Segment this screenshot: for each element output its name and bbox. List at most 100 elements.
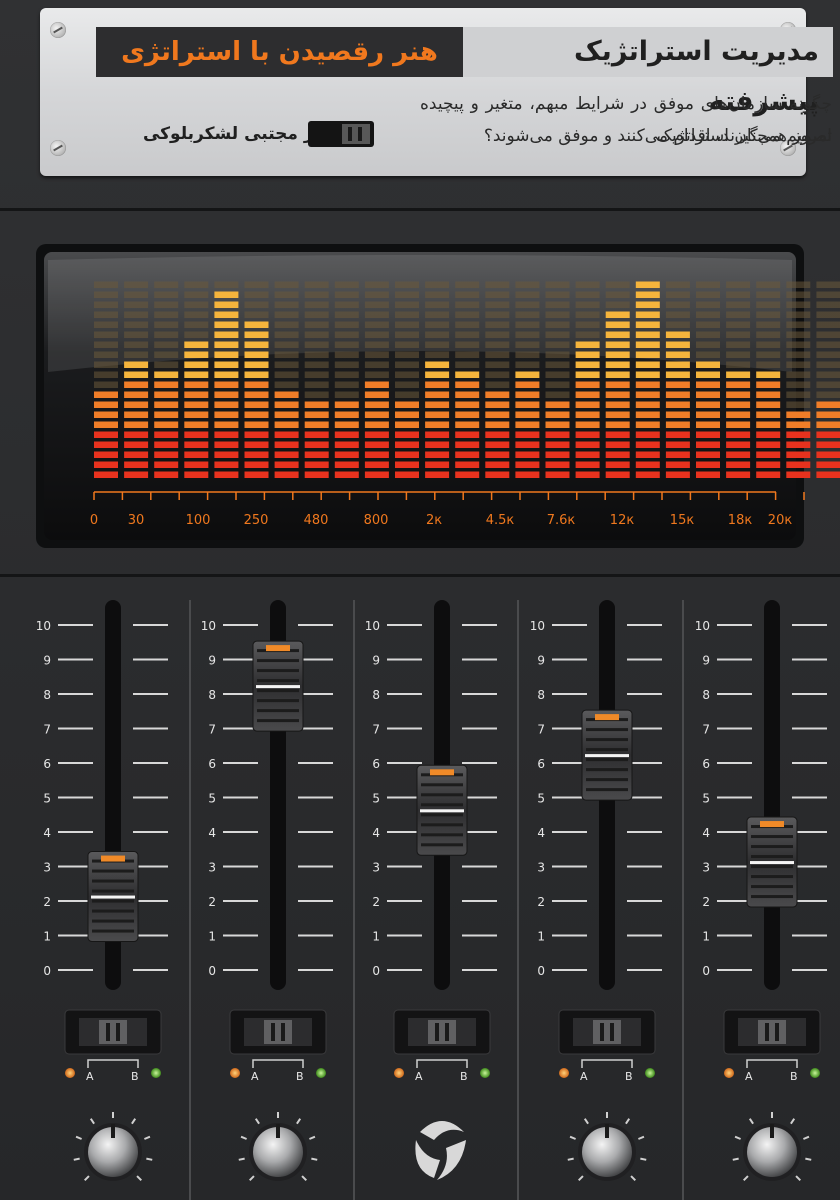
fader-slot [764,600,780,990]
fader-scale-label: 3 [372,861,380,875]
fader-scale-label: 6 [537,757,545,771]
switch-label-b: B [460,1070,468,1083]
author-name: دکتر مجتبی لشکربلوکی [142,124,340,144]
fader-scale-label: 1 [43,930,51,944]
eq-freq-label: 30 [128,513,145,528]
fader-scale-label: 9 [43,654,51,668]
fader-scale-label: 4 [372,826,380,840]
ab-switch[interactable] [229,1009,327,1055]
fader-scale-label: 3 [208,861,216,875]
fader-knob[interactable] [746,816,798,908]
fader-scale-label: 7 [43,723,51,737]
led-b-indicator [151,1068,161,1078]
switch-label-a: A [415,1070,423,1083]
fader-scale-label: 2 [372,895,380,909]
led-b-indicator [316,1068,326,1078]
eq-freq-label: 480 [304,513,329,528]
led-a-indicator [230,1068,240,1078]
fader-scale-label: 8 [537,688,545,702]
fader-scale-label: 10 [695,619,710,633]
fader-scale-label: 5 [702,792,710,806]
fader-scale-label: 1 [537,930,545,944]
fader-scale-label: 2 [208,895,216,909]
screw-icon [50,140,66,156]
fader-scale-label: 4 [43,826,51,840]
eq-freq-label: 12к [610,513,635,528]
fader-scale-label: 10 [530,619,545,633]
eq-freq-label: 100 [186,513,211,528]
book-title: مدیریت استراتژیک پیشرفته [463,27,833,117]
switch-label-b: B [131,1070,139,1083]
fader-knob[interactable] [416,764,468,856]
fader-scale-label: 9 [208,654,216,668]
fader-scale-label: 1 [702,930,710,944]
eq-freq-label: 250 [244,513,269,528]
eq-freq-label: 20к [768,513,793,528]
panel-divider [0,574,840,577]
eq-freq-label: 18к [728,513,753,528]
fader-scale-label: 5 [537,792,545,806]
switch-label-b: B [790,1070,798,1083]
fader-scale-label: 4 [537,826,545,840]
fader-scale-label: 5 [43,792,51,806]
fader-scale-label: 2 [43,895,51,909]
fader-scale-label: 7 [702,723,710,737]
fader-knob[interactable] [252,640,304,732]
fader-scale-label: 5 [208,792,216,806]
ab-switch[interactable] [558,1009,656,1055]
ab-switch[interactable] [723,1009,821,1055]
fader-scale-label: 8 [702,688,710,702]
switch-label-b: B [625,1070,633,1083]
fader-knob[interactable] [87,851,139,943]
switch-label-b: B [296,1070,304,1083]
panel-divider [0,208,840,211]
fader-scale-label: 6 [702,757,710,771]
fader-scale-label: 6 [43,757,51,771]
switch-label-a: A [86,1070,94,1083]
led-b-indicator [810,1068,820,1078]
title-plate: مدیریت استراتژیک پیشرفته هنر رقصیدن با ا… [40,8,833,176]
eq-freq-label: 4.5к [486,513,515,528]
fader-scale-label: 9 [702,654,710,668]
fader-scale-label: 7 [372,723,380,737]
fader-knob[interactable] [581,709,633,801]
switch-label-a: A [580,1070,588,1083]
fader-scale-label: 1 [372,930,380,944]
switch-label-a: A [745,1070,753,1083]
fader-scale-label: 7 [208,723,216,737]
fader-scale-label: 3 [702,861,710,875]
ab-switch[interactable] [64,1009,162,1055]
toggle-switch[interactable] [308,121,374,147]
fader-scale-label: 0 [372,964,380,978]
fader-scale-label: 5 [372,792,380,806]
book-subtitle: هنر رقصیدن با استراتژی [96,27,463,77]
fader-scale-label: 8 [208,688,216,702]
mixer-cover: 0 30 100 250 480 800 2к 4.5к 7.6к 12к 15к 18к 20к 10… [0,0,840,1200]
eq-freq-label: 15к [670,513,695,528]
fader-scale-label: 10 [36,619,51,633]
led-b-indicator [480,1068,490,1078]
fader-scale-label: 0 [43,964,51,978]
fader-scale-label: 3 [43,861,51,875]
ab-switch[interactable] [393,1009,491,1055]
fader-scale-label: 0 [537,964,545,978]
eq-freq-label: 2к [426,513,442,528]
fader-scale-label: 9 [372,654,380,668]
fader-scale-label: 3 [537,861,545,875]
led-b-indicator [645,1068,655,1078]
eq-freq-label: 800 [364,513,389,528]
book-description-continued: تصمیم می‌گیرند، اقدام می‌کنند و موفق می‌… [483,126,832,146]
fader-scale-label: 2 [702,895,710,909]
led-a-indicator [559,1068,569,1078]
fader-scale-label: 6 [372,757,380,771]
fader-scale-label: 9 [537,654,545,668]
fader-scale-label: 4 [208,826,216,840]
eq-freq-label: 7.6к [547,513,576,528]
fader-scale-label: 1 [208,930,216,944]
switch-label-a: A [251,1070,259,1083]
screw-icon [50,22,66,38]
fader-scale-label: 7 [537,723,545,737]
led-a-indicator [65,1068,75,1078]
fader-scale-label: 4 [702,826,710,840]
fader-scale-label: 0 [702,964,710,978]
